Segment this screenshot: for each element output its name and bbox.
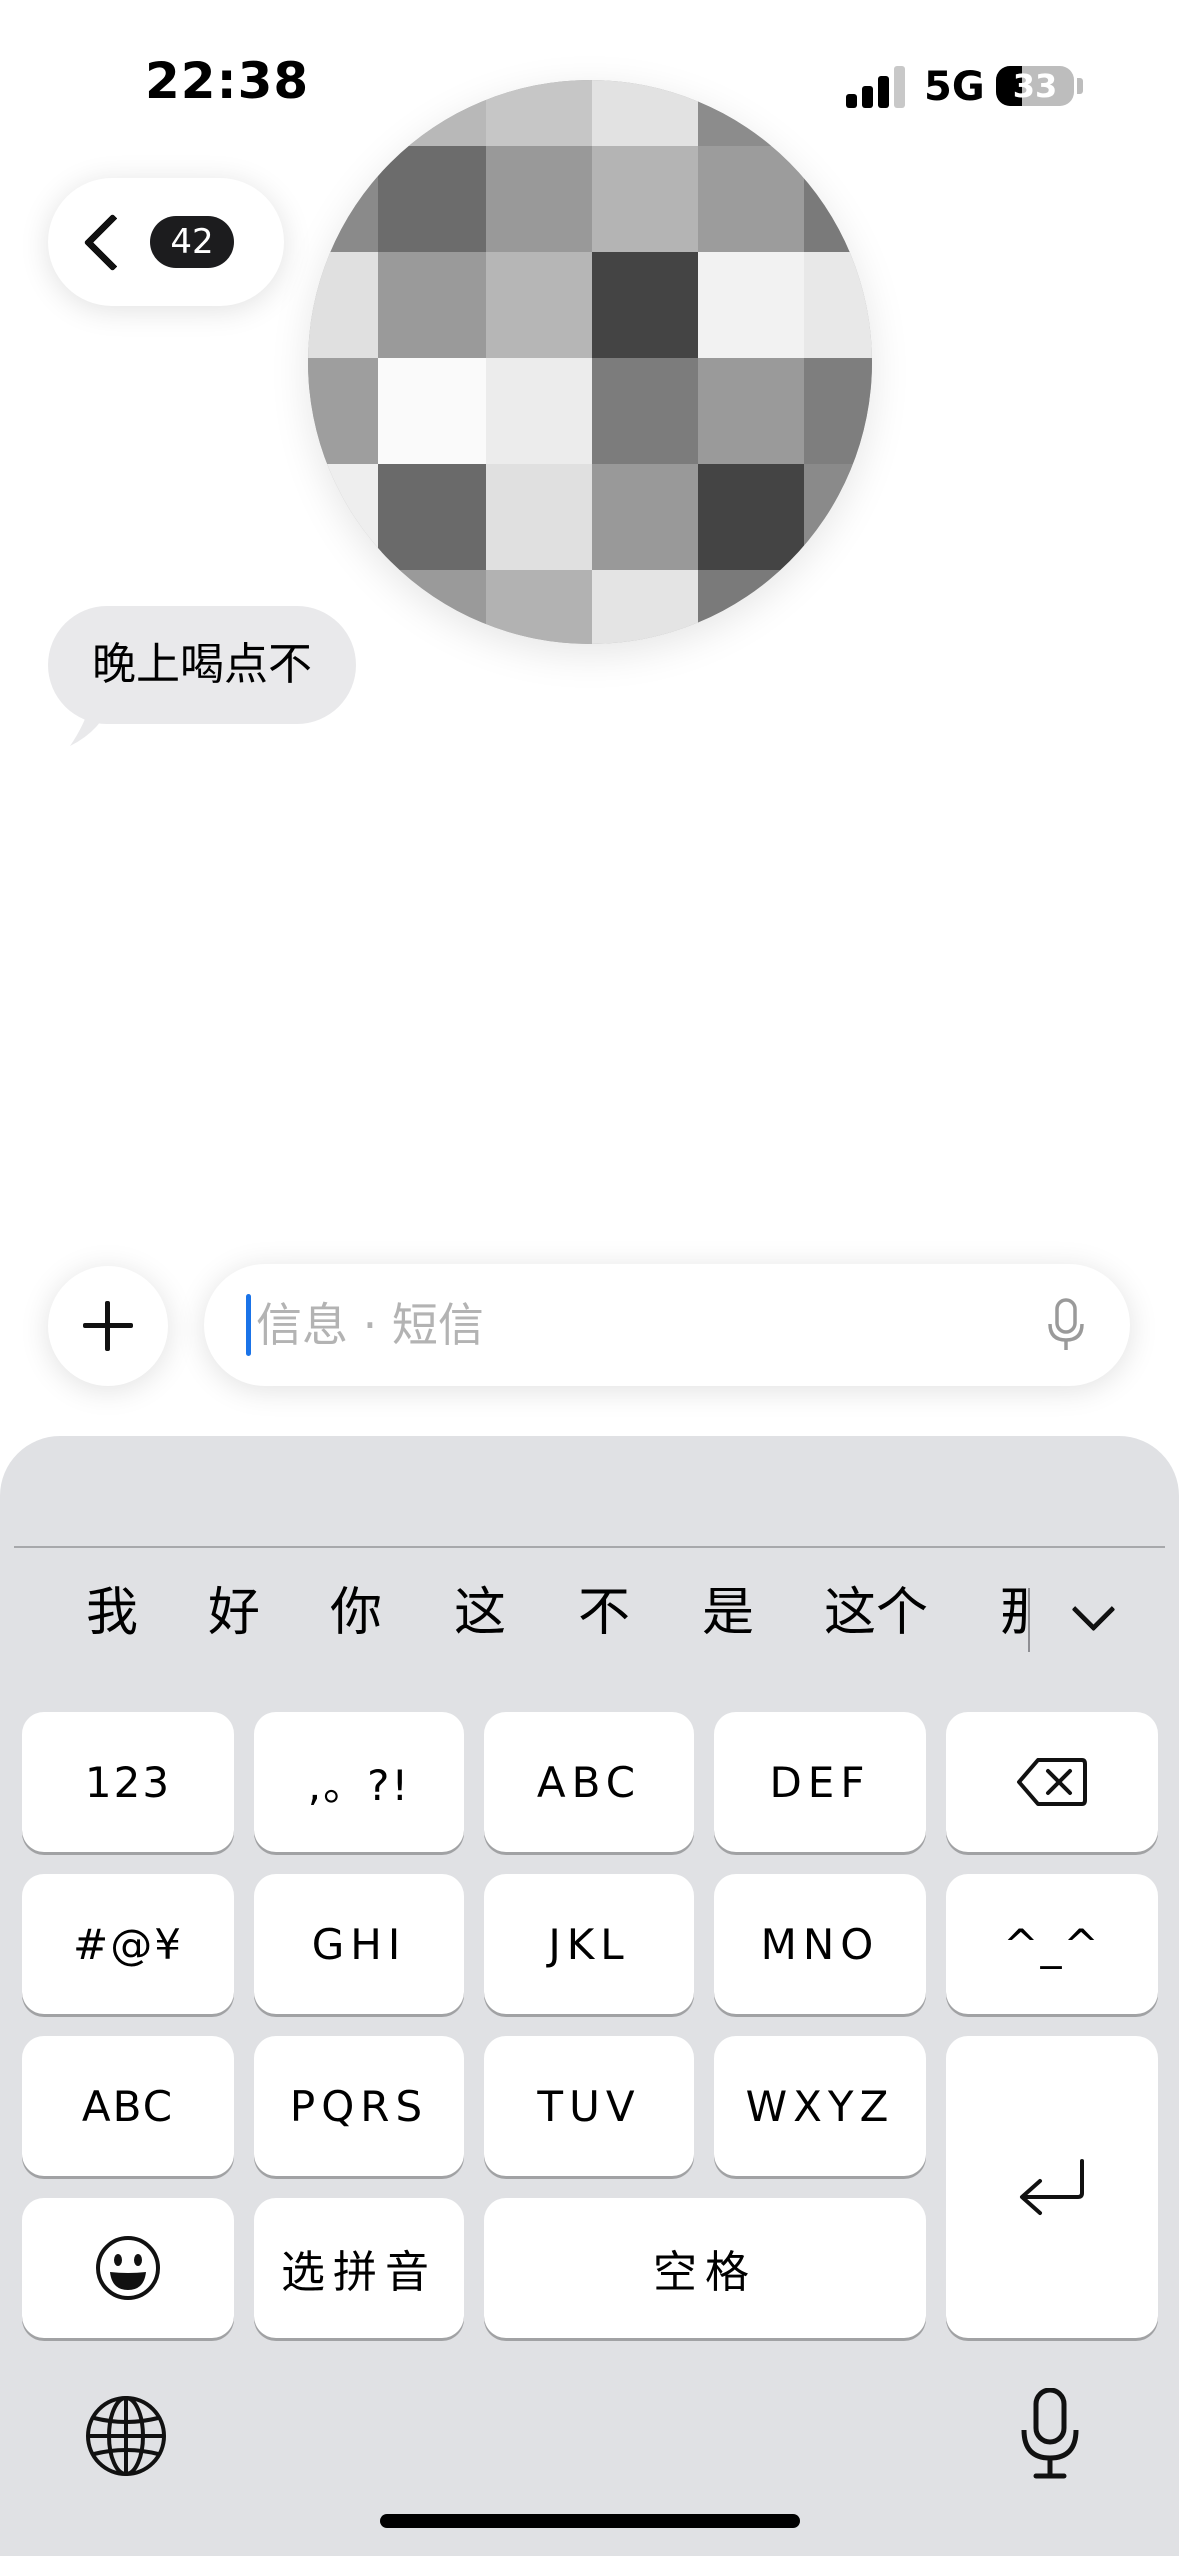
candidate-word[interactable]: 是 <box>702 1548 754 1678</box>
candidate-word[interactable]: 你 <box>330 1548 382 1678</box>
return-key[interactable] <box>946 2036 1158 2338</box>
key-symbols[interactable]: #@¥ <box>22 1874 234 2014</box>
battery-percent: 33 <box>1012 67 1058 105</box>
key-mno[interactable]: MNO <box>714 1874 926 2014</box>
key-ghi[interactable]: GHI <box>254 1874 464 2014</box>
return-icon <box>1020 2159 1084 2215</box>
emoji-icon <box>96 2236 160 2300</box>
candidate-word[interactable]: 这个 <box>824 1548 928 1678</box>
key-tuv[interactable]: TUV <box>484 2036 694 2176</box>
home-indicator[interactable] <box>380 2514 800 2528</box>
candidate-word[interactable]: 不 <box>578 1548 630 1678</box>
candidate-word[interactable]: 这 <box>454 1548 506 1678</box>
cellular-signal-icon <box>846 64 906 108</box>
key-emoticon[interactable]: ^_^ <box>946 1874 1158 2014</box>
key-123[interactable]: 123 <box>22 1712 234 1852</box>
delete-backward-icon <box>1017 1758 1087 1806</box>
pixelated-avatar-image <box>308 80 872 644</box>
delete-key[interactable] <box>946 1712 1158 1852</box>
candidate-separator <box>1028 1588 1030 1652</box>
microphone-icon[interactable] <box>1046 1298 1086 1354</box>
key-wxyz[interactable]: WXYZ <box>714 2036 926 2176</box>
unread-count-badge: 42 <box>150 216 234 268</box>
keyboard-top-shade <box>0 1456 1179 1546</box>
message-placeholder: 信息 · 短信 <box>256 1298 484 1352</box>
chevron-left-icon <box>83 213 142 272</box>
key-abc-switch[interactable]: ABC <box>22 2036 234 2176</box>
space-key[interactable]: 空格 <box>484 2198 926 2338</box>
add-attachment-button[interactable] <box>48 1266 168 1386</box>
plus-icon <box>83 1301 133 1351</box>
globe-icon[interactable] <box>84 2394 168 2478</box>
back-button[interactable]: 42 <box>48 178 284 306</box>
select-pinyin-key[interactable]: 选拼音 <box>254 2198 464 2338</box>
candidate-word[interactable]: 那 <box>1000 1548 1030 1678</box>
network-type: 5G <box>924 64 985 110</box>
candidate-word[interactable]: 好 <box>208 1548 260 1678</box>
key-pqrs[interactable]: PQRS <box>254 2036 464 2176</box>
candidate-bar: 我 好 你 这 不 是 这个 那 <box>0 1548 1179 1678</box>
battery-icon: 33 <box>996 66 1074 106</box>
key-def[interactable]: DEF <box>714 1712 926 1852</box>
emoji-key[interactable] <box>22 2198 234 2338</box>
battery-cap <box>1077 78 1083 94</box>
candidate-word[interactable]: 我 <box>86 1548 138 1678</box>
status-time: 22:38 <box>145 52 310 110</box>
message-input[interactable]: 信息 · 短信 <box>204 1264 1130 1386</box>
key-abc[interactable]: ABC <box>484 1712 694 1852</box>
key-jkl[interactable]: JKL <box>484 1874 694 2014</box>
chevron-down-icon[interactable] <box>1071 1587 1116 1632</box>
contact-avatar[interactable] <box>308 80 872 644</box>
text-caret <box>246 1294 251 1356</box>
key-punctuation[interactable]: ,。?! <box>254 1712 464 1852</box>
microphone-icon[interactable] <box>1018 2388 1082 2480</box>
incoming-message-bubble[interactable]: 晚上喝点不 <box>48 606 356 724</box>
